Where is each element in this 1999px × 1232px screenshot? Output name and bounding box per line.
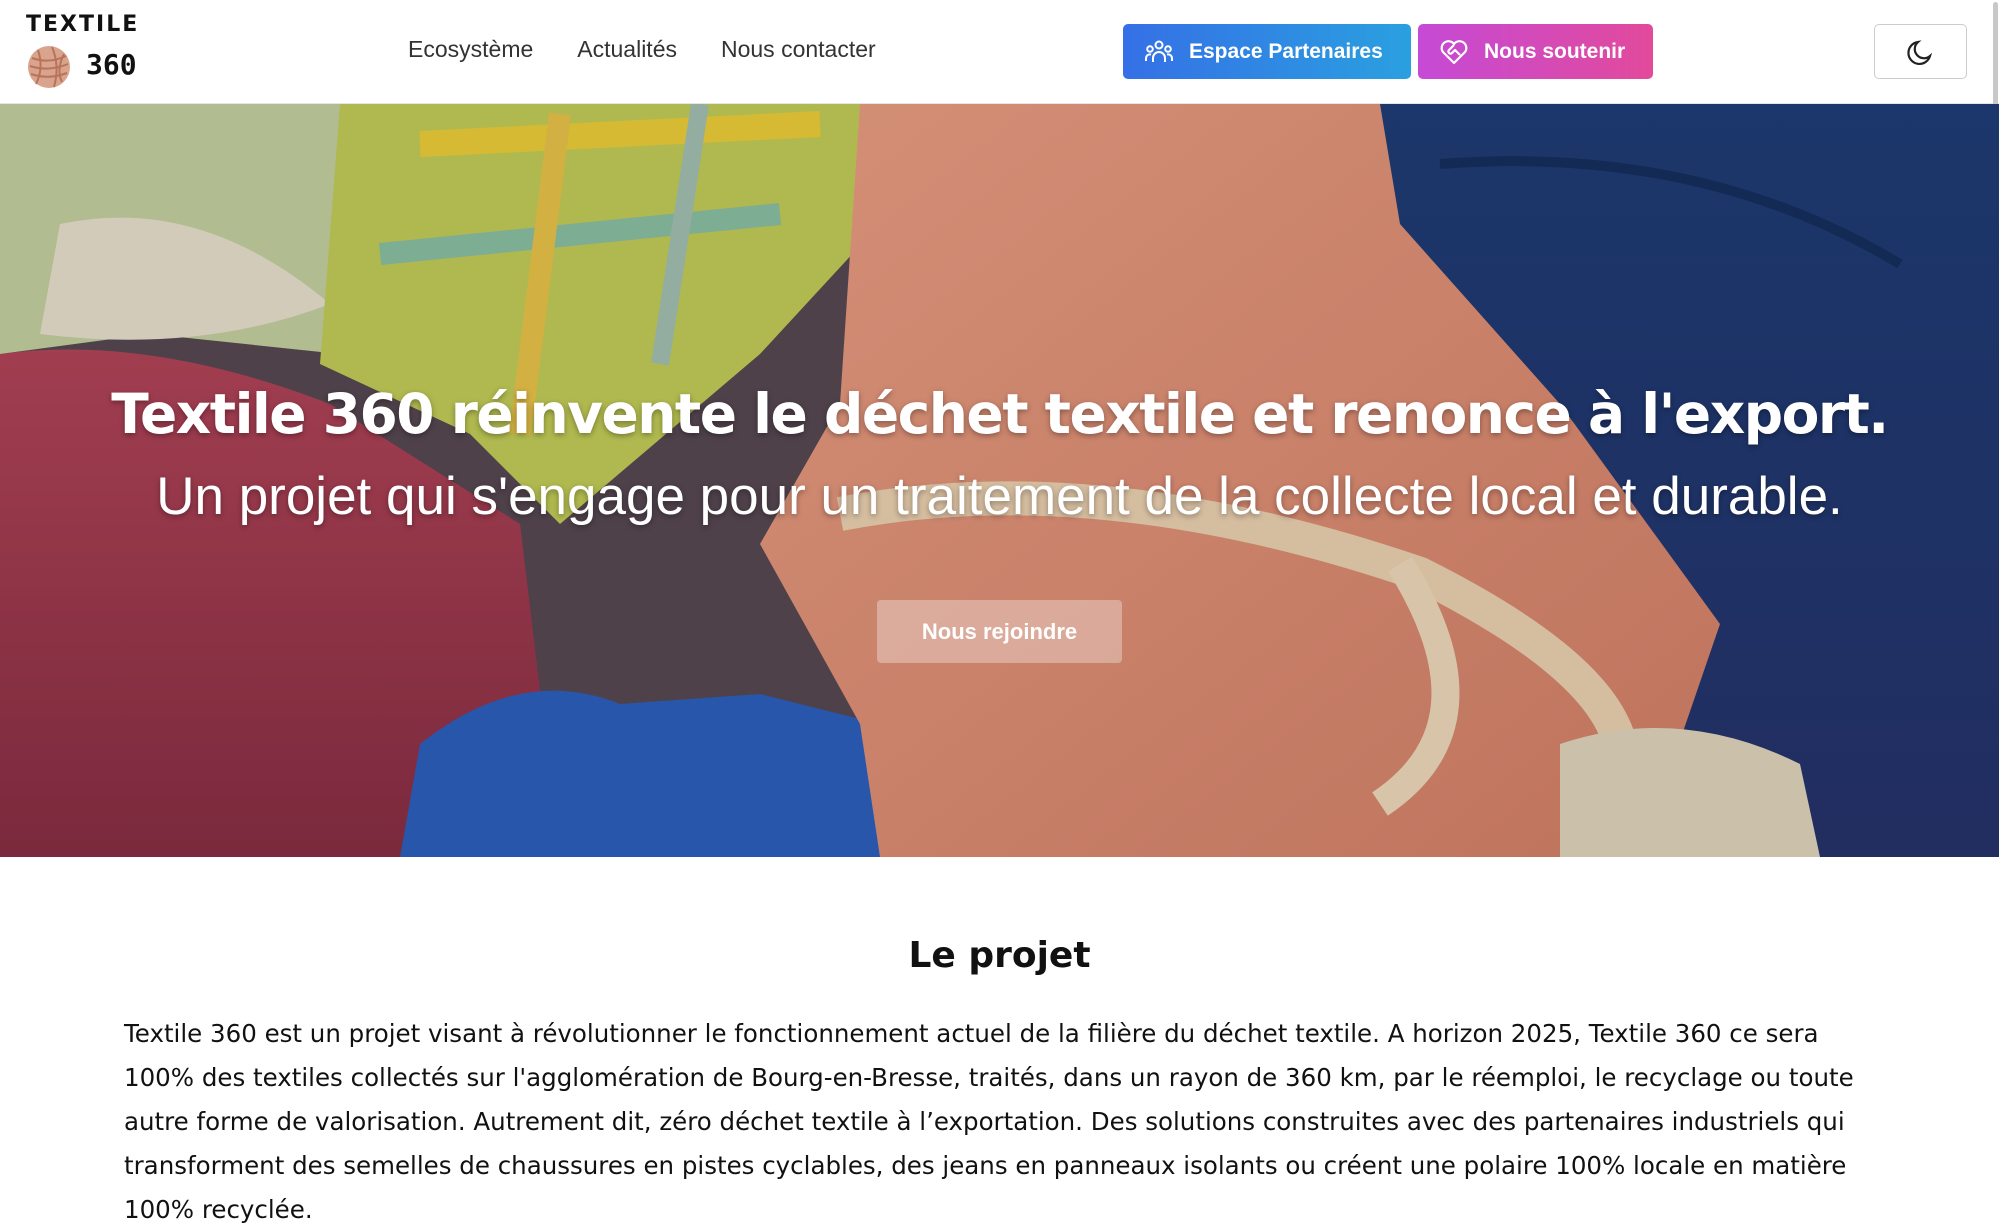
projet-section-text: Textile 360 est un projet visant à révol… — [124, 1019, 1854, 1224]
nav-link-contact[interactable]: Nous contacter — [721, 36, 876, 63]
partner-space-label: Espace Partenaires — [1189, 39, 1383, 63]
theme-toggle-button[interactable] — [1874, 24, 1967, 79]
hero-banner: Textile 360 réinvente le déchet textile … — [0, 104, 1999, 857]
heart-handshake-icon — [1440, 39, 1468, 64]
join-us-button[interactable]: Nous rejoindre — [877, 600, 1122, 663]
nav-link-actualites[interactable]: Actualités — [577, 36, 677, 63]
users-icon — [1145, 40, 1173, 62]
support-button[interactable]: Nous soutenir — [1418, 24, 1653, 79]
hero-title: Textile 360 réinvente le déchet textile … — [111, 382, 1889, 446]
site-logo[interactable]: TEXTILE 360 — [26, 10, 166, 90]
main-nav: Ecosystème Actualités Nous contacter — [408, 36, 876, 63]
hero-subtitle: Un projet qui s'engage pour un traitemen… — [156, 467, 1843, 526]
support-label: Nous soutenir — [1484, 39, 1626, 63]
yarn-ball-icon — [28, 46, 70, 88]
logo-text-line1: TEXTILE — [26, 12, 140, 37]
partner-space-button[interactable]: Espace Partenaires — [1123, 24, 1411, 79]
moon-icon — [1906, 39, 1932, 65]
site-header: TEXTILE 360 Ecosystème Actualités Nous c… — [0, 0, 1999, 104]
logo-text-line2: 360 — [86, 48, 137, 81]
projet-section-title: Le projet — [908, 935, 1091, 976]
nav-link-ecosysteme[interactable]: Ecosystème — [408, 36, 533, 63]
